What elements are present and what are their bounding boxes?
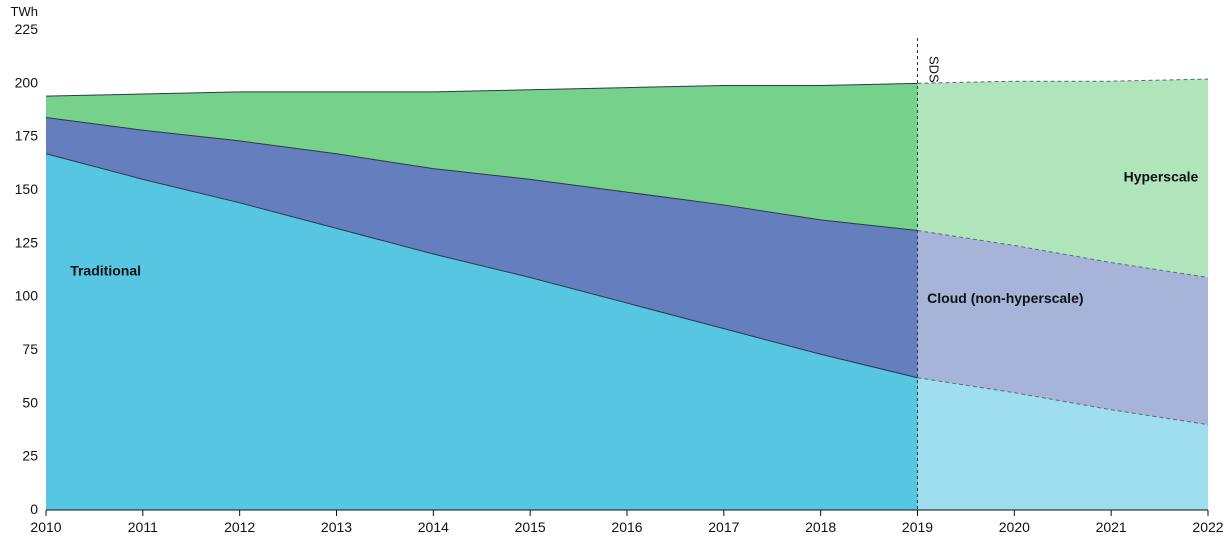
chart-container: 0 25 50 75 100 125 150 175 200 225 TWh 2010 2011 2012… xyxy=(0,0,1224,546)
x-tick-label: 2010 xyxy=(30,519,61,535)
x-tick-label: 2022 xyxy=(1192,519,1223,535)
x-tick-label: 2013 xyxy=(321,519,352,535)
y-axis-unit: TWh xyxy=(11,4,38,19)
area-chart: 0 25 50 75 100 125 150 175 200 225 TWh 2010 2011 2012… xyxy=(0,0,1224,546)
x-tick-label: 2021 xyxy=(1096,519,1127,535)
x-tick-label: 2015 xyxy=(515,519,546,535)
y-tick-label: 0 xyxy=(30,501,38,517)
y-tick-label: 75 xyxy=(22,341,38,357)
x-tick-label: 2019 xyxy=(902,519,933,535)
y-tick-label: 150 xyxy=(15,181,39,197)
label-hyperscale: Hyperscale xyxy=(1124,168,1199,184)
x-tick-label: 2016 xyxy=(611,519,642,535)
x-tick-label: 2012 xyxy=(224,519,255,535)
x-tick-label: 2018 xyxy=(805,519,836,535)
sds-label: SDS xyxy=(927,56,942,83)
x-tick-label: 2017 xyxy=(708,519,739,535)
x-tick-label: 2014 xyxy=(418,519,449,535)
label-cloud-non-hyperscale-: Cloud (non-hyperscale) xyxy=(927,290,1083,306)
x-tick-label: 2020 xyxy=(999,519,1030,535)
y-tick-label: 225 xyxy=(15,21,39,37)
y-tick-label: 100 xyxy=(15,288,39,304)
label-traditional: Traditional xyxy=(70,262,141,278)
x-tick-label: 2011 xyxy=(128,519,158,535)
y-tick-label: 50 xyxy=(22,394,38,410)
y-tick-label: 200 xyxy=(15,74,39,90)
y-tick-label: 175 xyxy=(15,128,39,144)
y-tick-label: 125 xyxy=(15,234,39,250)
y-tick-label: 25 xyxy=(22,448,38,464)
